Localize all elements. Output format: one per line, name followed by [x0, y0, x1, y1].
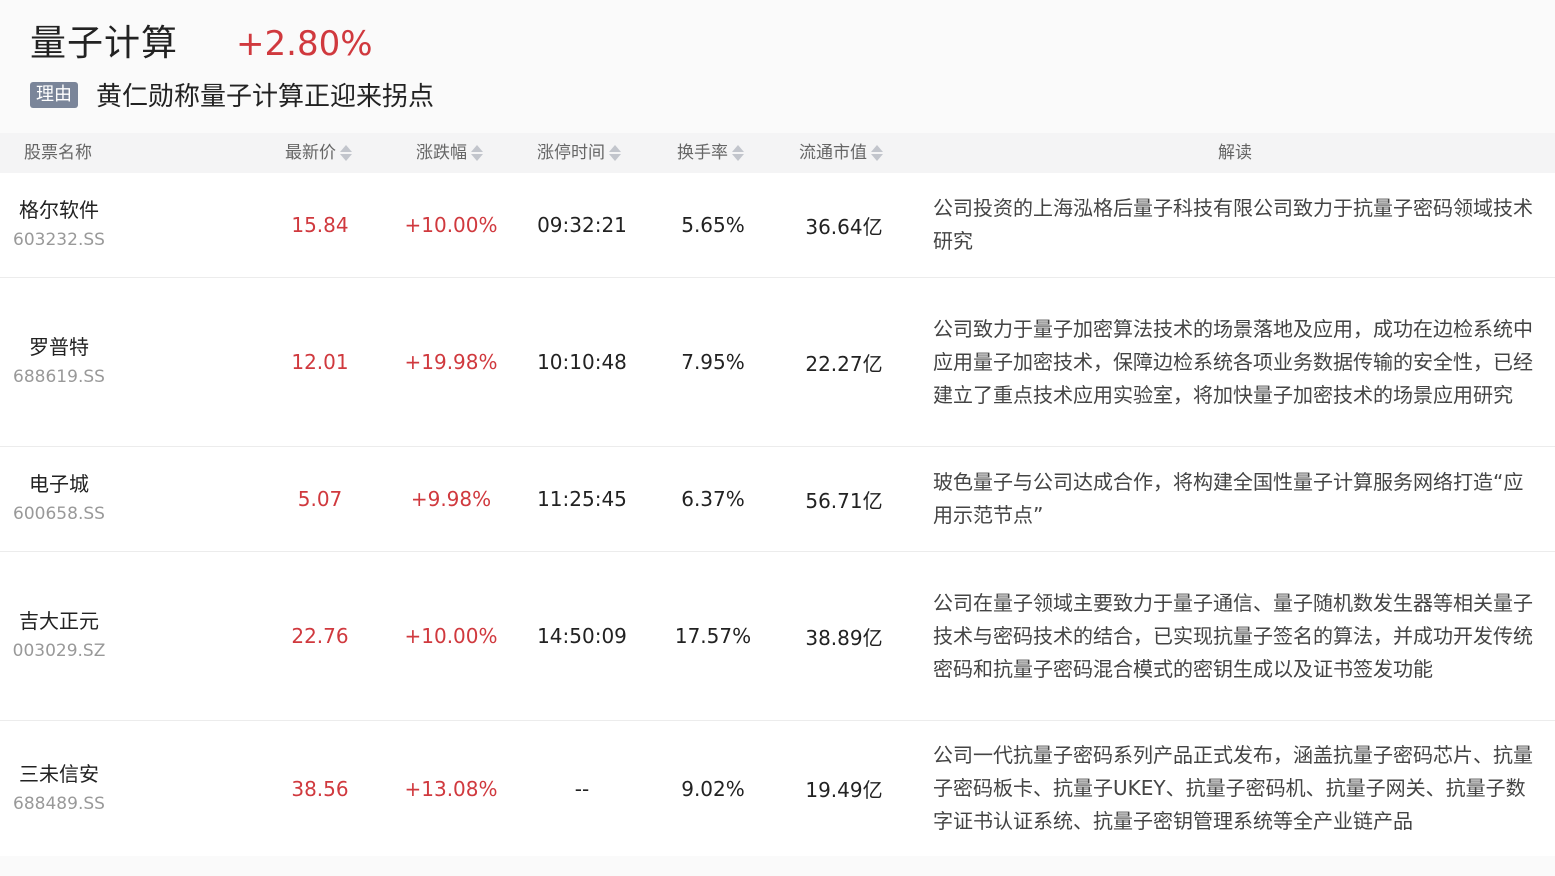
desc-text: 公司一代抗量子密码系列产品正式发布，涵盖抗量子密码芯片、抗量子密码板卡、抗量子U…	[933, 743, 1533, 833]
stock-name[interactable]: 格尔软件	[19, 196, 99, 224]
stock-code: 688619.SS	[13, 367, 105, 387]
stock-name[interactable]: 吉大正元	[19, 607, 99, 635]
desc: 玻色量子与公司达成合作，将构建全国性量子计算服务网络打造“应用示范节点”	[933, 447, 1533, 551]
sort-icon[interactable]	[870, 144, 883, 162]
change: +10.00%	[404, 213, 498, 237]
col-header-name-label: 股票名称	[24, 143, 92, 163]
col-header-price[interactable]: 最新价	[285, 133, 352, 173]
desc-text: 公司投资的上海泓格后量子科技有限公司致力于抗量子密码领域技术研究	[933, 196, 1533, 253]
stock-code: 603232.SS	[13, 230, 105, 250]
float-cap: 22.27亿	[805, 351, 883, 376]
price: 38.56	[291, 776, 349, 801]
stock-code: 688489.SS	[13, 793, 105, 814]
col-header-limit-time[interactable]: 涨停时间	[537, 133, 621, 173]
turnover: 7.95%	[681, 350, 745, 374]
stock-table: 格尔软件 603232.SS 15.84 +10.00% 09:32:21 5.…	[0, 173, 1555, 856]
stock-name-cell[interactable]: 格尔软件 603232.SS	[0, 173, 118, 277]
stock-name-cell[interactable]: 电子城 600658.SS	[0, 447, 118, 551]
float-cap: 38.89亿	[805, 625, 883, 650]
stock-code: 003029.SZ	[12, 641, 106, 661]
col-header-change-label: 涨跌幅	[416, 143, 467, 163]
desc: 公司致力于量子加密算法技术的场景落地及应用，成功在边检系统中应用量子加密技术，保…	[933, 278, 1533, 446]
float-cap: 36.64亿	[805, 214, 883, 239]
col-header-float-cap-label: 流通市值	[799, 143, 867, 163]
col-header-desc: 解读	[1218, 133, 1252, 173]
float-cap: 56.71亿	[805, 488, 883, 513]
col-header-name: 股票名称	[24, 133, 92, 173]
desc: 公司一代抗量子密码系列产品正式发布，涵盖抗量子密码芯片、抗量子密码板卡、抗量子U…	[933, 721, 1533, 856]
stock-name-cell[interactable]: 罗普特 688619.SS	[0, 278, 118, 446]
stock-name[interactable]: 罗普特	[29, 333, 89, 361]
sector-name[interactable]: 量子计算	[30, 14, 178, 66]
desc-text: 公司致力于量子加密算法技术的场景落地及应用，成功在边检系统中应用量子加密技术，保…	[933, 316, 1533, 407]
sort-icon[interactable]	[470, 144, 483, 162]
stock-name-cell[interactable]: 吉大正元 003029.SZ	[0, 552, 118, 720]
col-header-desc-label: 解读	[1218, 143, 1252, 163]
limit-time: 10:10:48	[537, 350, 627, 374]
price: 5.07	[297, 487, 343, 511]
table-row[interactable]: 吉大正元 003029.SZ 22.76 +10.00% 14:50:09 17…	[0, 552, 1555, 721]
stock-code: 600658.SS	[13, 504, 105, 524]
table-header: 股票名称 最新价 涨跌幅 涨停时间 换手率 流通市值 解读	[0, 133, 1555, 173]
price: 15.84	[291, 213, 349, 237]
turnover: 6.37%	[681, 487, 745, 511]
page: 量子计算 +2.80% 理由 黄仁勋称量子计算正迎来拐点 股票名称 最新价 涨跌…	[0, 0, 1555, 876]
col-header-price-label: 最新价	[285, 143, 336, 163]
sector-change: +2.80%	[236, 24, 373, 64]
table-row[interactable]: 三未信安 688489.SS 38.56 +13.08% -- 9.02% 19…	[0, 721, 1555, 856]
change: +9.98%	[410, 487, 492, 511]
sort-icon[interactable]	[731, 144, 744, 162]
turnover: 5.65%	[681, 213, 745, 237]
limit-time: 11:25:45	[537, 487, 627, 511]
change: +10.00%	[404, 624, 498, 648]
col-header-turnover-label: 换手率	[677, 143, 728, 163]
sort-icon[interactable]	[608, 144, 621, 162]
limit-time: 09:32:21	[537, 213, 627, 237]
desc-text: 公司在量子领域主要致力于量子通信、量子随机数发生器等相关量子技术与密码技术的结合…	[933, 590, 1533, 681]
price: 12.01	[291, 350, 349, 374]
stock-name[interactable]: 三未信安	[19, 760, 99, 788]
stock-name[interactable]: 电子城	[29, 470, 89, 498]
turnover: 17.57%	[674, 624, 752, 648]
reason-row: 理由 黄仁勋称量子计算正迎来拐点	[30, 76, 434, 113]
turnover: 9.02%	[681, 776, 745, 801]
float-cap: 19.49亿	[805, 778, 883, 802]
col-header-change[interactable]: 涨跌幅	[416, 133, 483, 173]
change: +19.98%	[404, 350, 498, 374]
desc-text: 玻色量子与公司达成合作，将构建全国性量子计算服务网络打造“应用示范节点”	[933, 470, 1524, 527]
reason-tag: 理由	[30, 81, 78, 108]
col-header-float-cap[interactable]: 流通市值	[799, 133, 883, 173]
limit-time: 14:50:09	[537, 624, 627, 648]
table-row[interactable]: 格尔软件 603232.SS 15.84 +10.00% 09:32:21 5.…	[0, 173, 1555, 278]
stock-name-cell[interactable]: 三未信安 688489.SS	[0, 721, 118, 856]
col-header-limit-time-label: 涨停时间	[537, 143, 605, 163]
table-row[interactable]: 电子城 600658.SS 5.07 +9.98% 11:25:45 6.37%…	[0, 447, 1555, 552]
price: 22.76	[291, 624, 349, 648]
col-header-turnover[interactable]: 换手率	[677, 133, 744, 173]
desc: 公司投资的上海泓格后量子科技有限公司致力于抗量子密码领域技术研究	[933, 173, 1533, 277]
table-row[interactable]: 罗普特 688619.SS 12.01 +19.98% 10:10:48 7.9…	[0, 278, 1555, 447]
sector-header: 量子计算 +2.80%	[30, 14, 373, 66]
limit-time: --	[574, 776, 590, 801]
sort-icon[interactable]	[339, 144, 352, 162]
change: +13.08%	[404, 776, 498, 801]
reason-text: 黄仁勋称量子计算正迎来拐点	[96, 82, 435, 112]
desc: 公司在量子领域主要致力于量子通信、量子随机数发生器等相关量子技术与密码技术的结合…	[933, 552, 1533, 720]
